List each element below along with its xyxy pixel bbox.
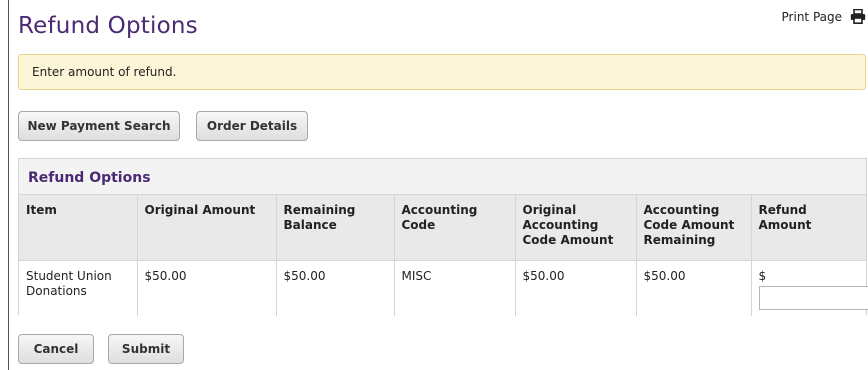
printer-icon <box>850 9 866 24</box>
new-payment-search-button[interactable]: New Payment Search <box>18 111 180 141</box>
cell-item: Student Union Donations <box>19 260 138 316</box>
left-border-line <box>8 0 9 370</box>
column-header-original-accounting-code-amount: Original Accounting Code Amount <box>514 194 637 261</box>
panel-heading: Refund Options <box>19 159 866 194</box>
refund-amount-input[interactable] <box>758 286 868 310</box>
column-header-remaining-balance: Remaining Balance <box>275 194 395 261</box>
print-page-link[interactable]: Print Page <box>782 9 866 24</box>
column-header-refund-amount: Refund Amount <box>750 194 866 261</box>
refund-options-panel: Refund Options Item Original Amount Rema… <box>18 158 868 316</box>
cell-remaining-balance: $50.00 <box>275 260 395 316</box>
alert-message: Enter amount of refund. <box>32 65 177 79</box>
refund-table: Item Original Amount Remaining Balance A… <box>19 194 868 316</box>
cell-original-amount: $50.00 <box>136 260 277 316</box>
column-header-original-amount: Original Amount <box>136 194 277 261</box>
column-header-accounting-code: Accounting Code <box>393 194 516 261</box>
print-page-label: Print Page <box>781 9 842 24</box>
table-row: Student Union Donations $50.00 $50.00 MI… <box>19 260 868 316</box>
info-alert: Enter amount of refund. <box>18 54 866 90</box>
cancel-button[interactable]: Cancel <box>18 334 94 364</box>
cell-refund-amount: $ <box>750 260 868 316</box>
order-details-button[interactable]: Order Details <box>196 111 308 141</box>
cell-original-accounting-code-amount: $50.00 <box>514 260 637 316</box>
column-header-item: Item <box>19 194 138 261</box>
refund-currency-symbol: $ <box>758 269 767 283</box>
column-header-accounting-code-amount-remaining: Accounting Code Amount Remaining <box>635 194 752 261</box>
page-title: Refund Options <box>18 13 198 39</box>
table-header-row: Item Original Amount Remaining Balance A… <box>19 194 866 261</box>
cell-accounting-code-amount-remaining: $50.00 <box>635 260 752 316</box>
cell-accounting-code: MISC <box>393 260 516 316</box>
submit-button[interactable]: Submit <box>108 334 184 364</box>
